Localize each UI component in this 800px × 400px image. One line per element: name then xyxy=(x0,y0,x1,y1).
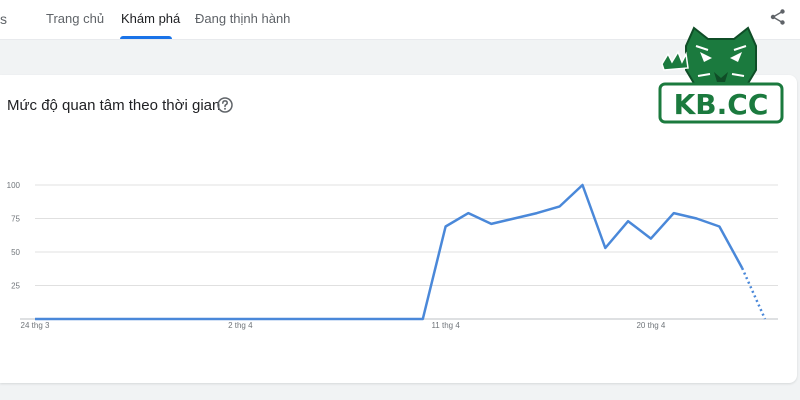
x-tick-label: 20 thg 4 xyxy=(636,321,665,330)
brand-name-fragment: s xyxy=(0,11,7,27)
x-tick-label: 24 thg 3 xyxy=(21,321,50,330)
active-tab-indicator xyxy=(120,36,172,39)
y-tick-label: 25 xyxy=(11,282,20,291)
crown-icon xyxy=(661,50,689,71)
y-tick-label: 100 xyxy=(7,181,21,190)
x-tick-label: 2 thg 4 xyxy=(228,321,253,330)
tab-kham-pha[interactable]: Khám phá xyxy=(121,11,180,26)
tab-dang-thinh-hanh[interactable]: Đang thịnh hành xyxy=(195,11,290,26)
partial-data-segment xyxy=(741,267,767,320)
y-tick-label: 50 xyxy=(11,248,20,257)
tab-trang-chu[interactable]: Trang chủ xyxy=(46,11,104,26)
x-tick-label: 11 thg 4 xyxy=(431,321,460,330)
y-tick-label: 75 xyxy=(11,215,20,224)
logo-text: KB.CC xyxy=(674,88,769,121)
kb-cc-logo: KB.CC xyxy=(658,26,784,124)
